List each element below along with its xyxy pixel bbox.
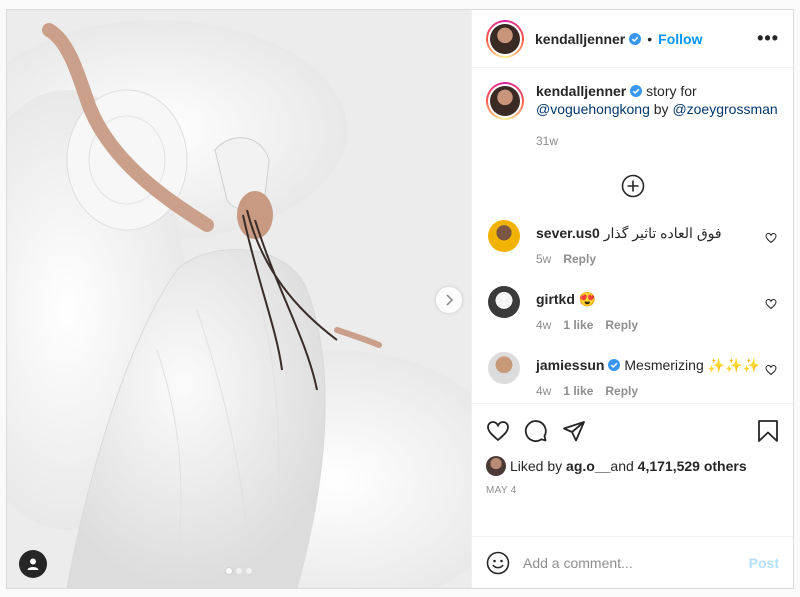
comment-text: Mesmerizing ✨✨✨: [624, 357, 760, 373]
action-bar: [486, 416, 779, 446]
comment-line: girtkd 😍: [536, 290, 638, 308]
comment-timestamp: 4w: [536, 318, 552, 332]
heart-icon[interactable]: [486, 419, 510, 443]
reply-button[interactable]: Reply: [605, 384, 638, 398]
avatar-frame: [488, 84, 522, 118]
reply-button[interactable]: Reply: [605, 318, 638, 332]
post-image[interactable]: [7, 10, 471, 588]
bookmark-icon[interactable]: [757, 419, 779, 443]
avatar-frame: [488, 21, 522, 56]
liker-username[interactable]: ag.o__: [566, 458, 610, 474]
comment-username[interactable]: jamiessun: [536, 357, 604, 373]
comment-timestamp: 4w: [536, 384, 552, 398]
comment-avatar[interactable]: [488, 286, 520, 318]
verified-badge-icon: [630, 85, 643, 97]
header-separator: •: [647, 30, 653, 47]
carousel-indicator: [7, 568, 471, 574]
comment-body: girtkd 😍 4w 1 like Reply: [536, 290, 638, 332]
comment-like-count[interactable]: 1 like: [563, 318, 593, 332]
comment-meta: 4w 1 like Reply: [536, 384, 760, 398]
caption-avatar[interactable]: [486, 82, 524, 120]
carousel-dot: [226, 568, 232, 574]
comment-like-icon[interactable]: [765, 232, 777, 244]
post-header: kendalljenner • Follow •••: [472, 10, 793, 68]
comment-bubble-icon[interactable]: [524, 419, 548, 443]
post-actions: Liked by ag.o__ and 4,171,529 others MAY…: [472, 403, 793, 536]
reply-button[interactable]: Reply: [563, 252, 596, 266]
caption-text-mid: by: [649, 101, 673, 117]
liker-avatar[interactable]: [486, 456, 506, 476]
comment-username[interactable]: sever.us0: [536, 225, 600, 241]
mention-link[interactable]: @voguehongkong: [536, 101, 650, 117]
avatar-image: [490, 23, 520, 54]
likes-prefix: Liked by: [510, 458, 563, 474]
caption-text: kendalljenner story for @voguehongkong b…: [536, 82, 778, 150]
post-comment-button[interactable]: Post: [749, 555, 779, 571]
smiley-icon[interactable]: [486, 551, 510, 575]
comment-body: sever.us0 فوق العاده تاثیر گذار 5w Reply: [536, 224, 722, 266]
carousel-dot: [236, 568, 242, 574]
comment-like-icon[interactable]: [765, 298, 777, 310]
plus-circle-icon: [621, 174, 644, 198]
caption-timestamp: 31w: [536, 134, 559, 148]
comment-item: jamiessun Mesmerizing ✨✨✨ 4w 1 like Repl…: [486, 352, 779, 398]
mention-link[interactable]: @zoeygrossman: [672, 101, 777, 117]
comment-meta: 5w Reply: [536, 252, 722, 266]
post-caption: kendalljenner story for @voguehongkong b…: [486, 82, 779, 150]
comment-line: jamiessun Mesmerizing ✨✨✨: [536, 356, 760, 374]
comment-like-count[interactable]: 1 like: [563, 384, 593, 398]
comment-text: 😍: [578, 291, 597, 307]
likes-middle: and: [610, 458, 634, 474]
post-card: kendalljenner • Follow ••• kendalljenner…: [6, 9, 794, 589]
follow-button[interactable]: Follow: [658, 31, 702, 47]
carousel-next-button[interactable]: [436, 287, 462, 313]
comment-item: girtkd 😍 4w 1 like Reply: [486, 286, 779, 332]
verified-badge-icon: [629, 32, 642, 45]
verified-badge-icon: [608, 359, 621, 371]
comment-like-icon[interactable]: [765, 364, 777, 376]
comment-text: فوق العاده تاثیر گذار: [603, 225, 722, 241]
caption-username[interactable]: kendalljenner: [536, 83, 626, 99]
likes-summary: Liked by ag.o__ and 4,171,529 others: [486, 456, 779, 476]
comment-username[interactable]: girtkd: [536, 291, 575, 307]
comment-timestamp: 5w: [536, 252, 552, 266]
likes-count-link[interactable]: 4,171,529 others: [638, 458, 747, 474]
add-comment-bar: Post: [472, 536, 793, 588]
comment-body: jamiessun Mesmerizing ✨✨✨ 4w 1 like Repl…: [536, 356, 760, 398]
load-more-comments-button[interactable]: [486, 174, 779, 198]
comment-avatar[interactable]: [488, 352, 520, 384]
post-date: MAY 4: [486, 485, 517, 496]
avatar-image: [490, 86, 520, 116]
comment-avatar[interactable]: [488, 220, 520, 252]
photo-illustration: [7, 10, 471, 588]
paper-plane-icon[interactable]: [562, 419, 586, 443]
post-sidebar: kendalljenner • Follow ••• kendalljenner…: [471, 10, 793, 588]
header-username[interactable]: kendalljenner: [535, 31, 625, 47]
avatar[interactable]: [486, 19, 524, 58]
comment-input[interactable]: [523, 554, 749, 571]
comment-line: sever.us0 فوق العاده تاثیر گذار: [536, 224, 722, 242]
more-options-button[interactable]: •••: [757, 28, 779, 49]
carousel-dot: [246, 568, 252, 574]
comment-item: sever.us0 فوق العاده تاثیر گذار 5w Reply: [486, 220, 779, 266]
chevron-right-icon: [446, 294, 454, 306]
comments-list[interactable]: kendalljenner story for @voguehongkong b…: [472, 68, 793, 403]
caption-text-pre: story for: [642, 83, 697, 99]
comment-meta: 4w 1 like Reply: [536, 318, 638, 332]
